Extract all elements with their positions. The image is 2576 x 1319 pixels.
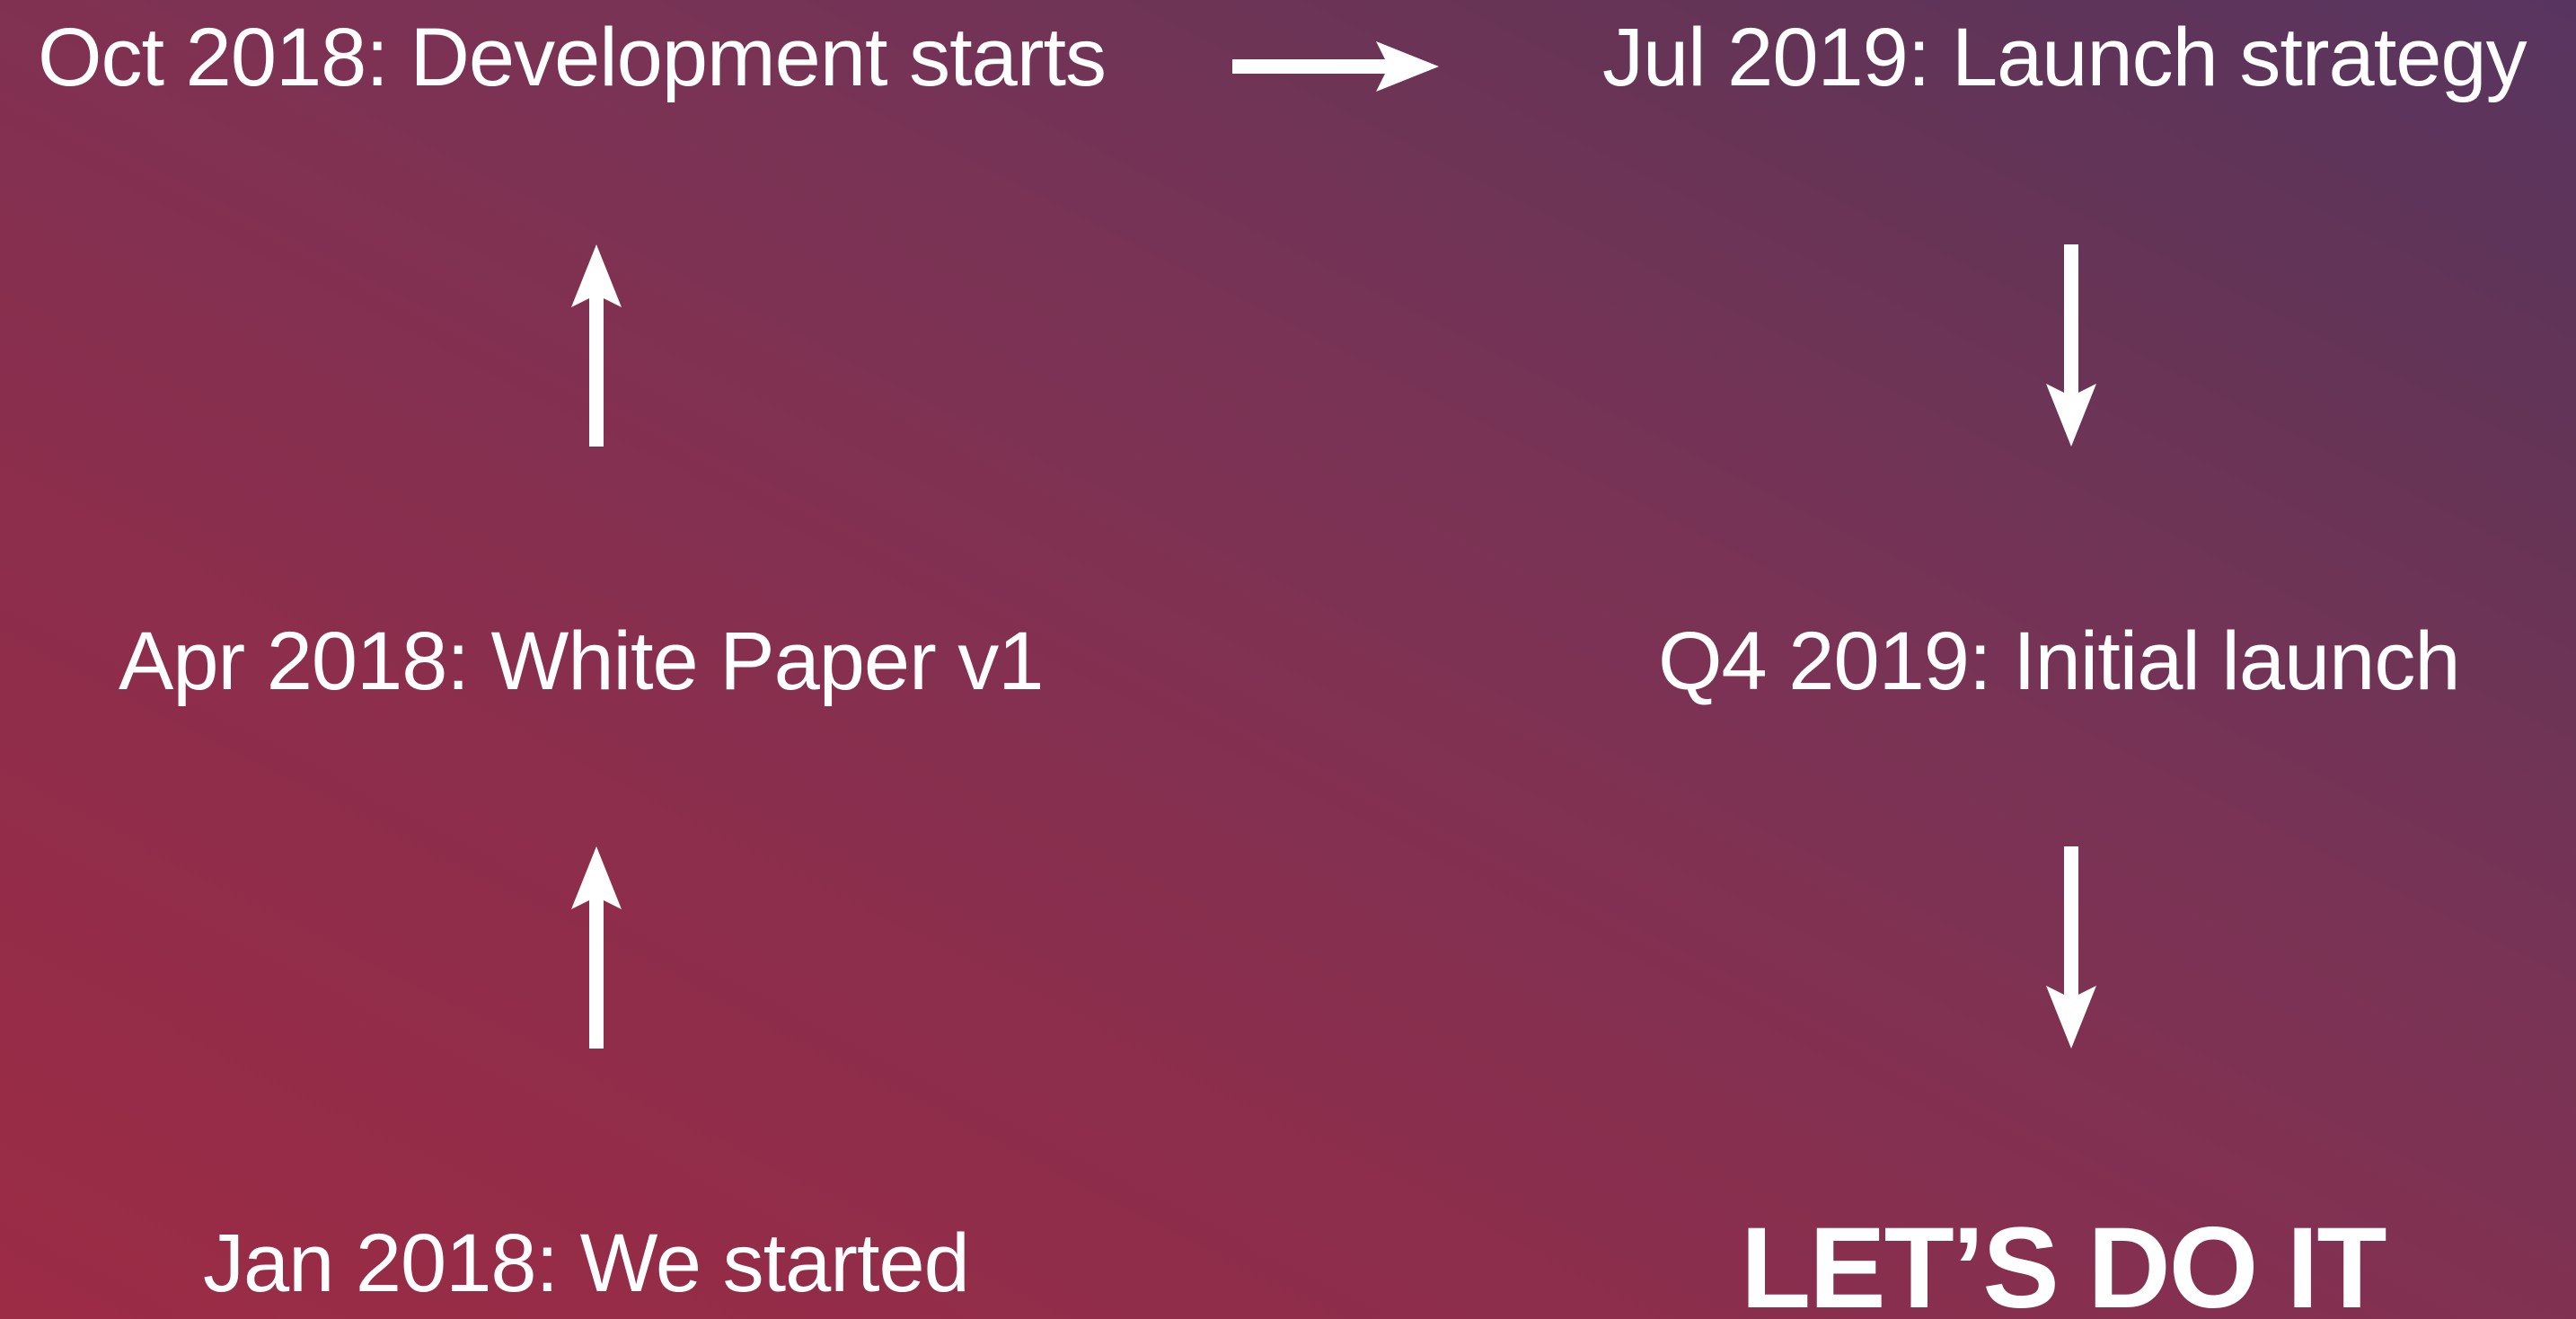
arrow-down-icon — [2046, 244, 2096, 447]
arrow-right-icon — [1232, 41, 1439, 92]
arrow-down-icon — [2046, 846, 2096, 1049]
milestone-jan-2018: Jan 2018: We started — [203, 1217, 970, 1309]
final-call-to-action: LET’S DO IT — [1741, 1204, 2387, 1319]
arrow-up-icon — [571, 244, 622, 447]
milestone-apr-2018: Apr 2018: White Paper v1 — [119, 615, 1044, 707]
milestone-jul-2019: Jul 2019: Launch strategy — [1602, 12, 2527, 103]
milestone-q4-2019: Q4 2019: Initial launch — [1658, 615, 2461, 707]
arrow-up-icon — [571, 846, 622, 1049]
milestone-oct-2018: Oct 2018: Development starts — [38, 12, 1107, 103]
timeline-diagram: Oct 2018: Development starts Jul 2019: L… — [0, 0, 2576, 1319]
